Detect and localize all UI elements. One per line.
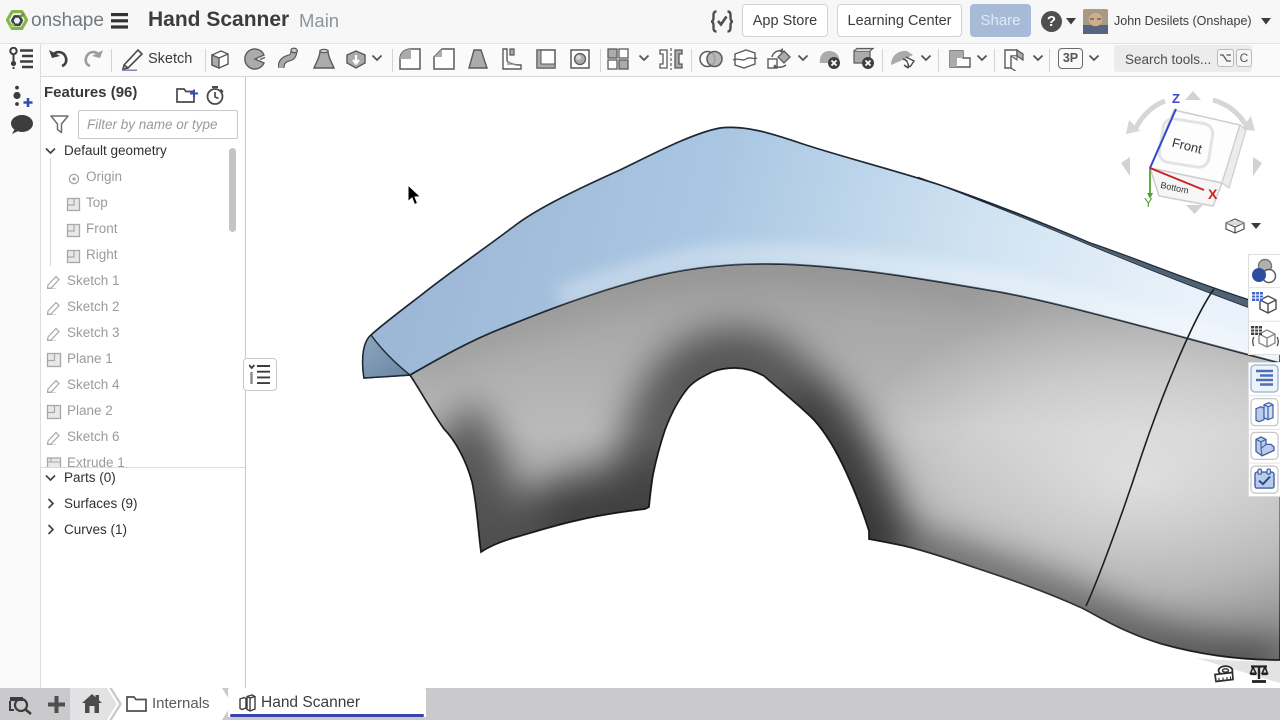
- svg-text:X: X: [1208, 186, 1218, 202]
- svg-text:Y: Y: [1144, 195, 1153, 210]
- svg-text:Z: Z: [1172, 91, 1180, 106]
